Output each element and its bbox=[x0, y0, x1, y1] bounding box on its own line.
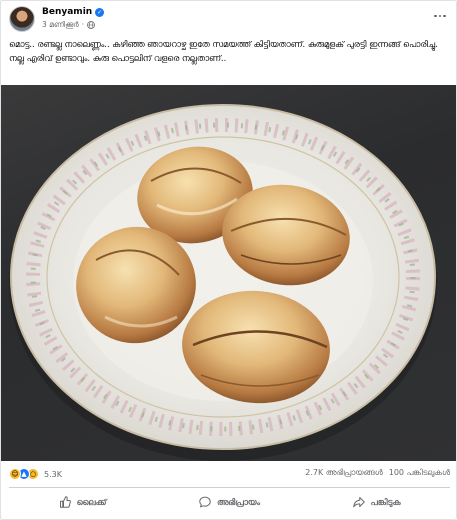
action-bar: ലൈക്ക് അഭിപ്രായം പങ്കിടുക bbox=[9, 489, 450, 515]
reaction-count[interactable]: 5.3K bbox=[44, 470, 62, 479]
globe-icon[interactable] bbox=[87, 20, 95, 29]
post-header: Benyamin ✓ 3 മണിക്കൂർ · bbox=[9, 5, 450, 33]
share-arrow-icon bbox=[352, 497, 365, 508]
author-avatar[interactable] bbox=[9, 6, 35, 32]
meta-separator: · bbox=[81, 20, 85, 29]
share-label: പങ്കിടുക bbox=[370, 496, 401, 507]
author-name[interactable]: Benyamin bbox=[42, 7, 92, 17]
post-meta: 3 മണിക്കൂർ · bbox=[42, 19, 95, 30]
verified-badge-icon: ✓ bbox=[95, 7, 105, 17]
like-label: ലൈക്ക് bbox=[76, 496, 107, 507]
more-dot-icon bbox=[434, 14, 437, 18]
comment-count[interactable]: 2.7K അഭിപ്രായങ്ങൾ bbox=[305, 468, 382, 478]
more-options-button[interactable] bbox=[430, 9, 450, 23]
like-button[interactable]: ലൈക്ക് bbox=[9, 489, 156, 515]
reactions-summary[interactable]: ☺ ▲ ○ 5.3K bbox=[9, 468, 62, 480]
post-card: Benyamin ✓ 3 മണിക്കൂർ · മൊട്ട.. രണ്ടല്ല … bbox=[0, 0, 457, 520]
comment-button[interactable]: അഭിപ്രായം bbox=[156, 489, 303, 515]
more-dot-icon bbox=[443, 14, 446, 18]
post-text: മൊട്ട.. രണ്ടല്ല നാലെണ്ണം.. കഴിഞ്ഞ ഞായറാഴ… bbox=[9, 39, 438, 63]
engagement-counts: 2.7K അഭിപ്രായങ്ങൾ 100 പങ്കിടലുകൾ bbox=[305, 468, 450, 478]
more-dot-icon bbox=[438, 14, 442, 18]
comment-label: അഭിപ്രായം bbox=[216, 496, 260, 507]
post-photo[interactable] bbox=[1, 85, 456, 461]
share-button[interactable]: പങ്കിടുക bbox=[303, 489, 450, 515]
haha-reaction-icon: ☺ bbox=[9, 468, 21, 480]
comment-bubble-icon bbox=[199, 496, 211, 508]
action-divider bbox=[9, 487, 450, 488]
thumbs-up-icon bbox=[59, 496, 71, 508]
share-count[interactable]: 100 പങ്കിടലുകൾ bbox=[389, 468, 450, 478]
photo-illustration bbox=[9, 104, 437, 461]
post-timestamp[interactable]: 3 മണിക്കൂർ bbox=[42, 20, 79, 30]
post-stats: ☺ ▲ ○ 5.3K 2.7K അഭിപ്രായങ്ങൾ 100 പങ്കിടല… bbox=[9, 466, 450, 482]
author-name-row: Benyamin ✓ bbox=[42, 6, 105, 18]
